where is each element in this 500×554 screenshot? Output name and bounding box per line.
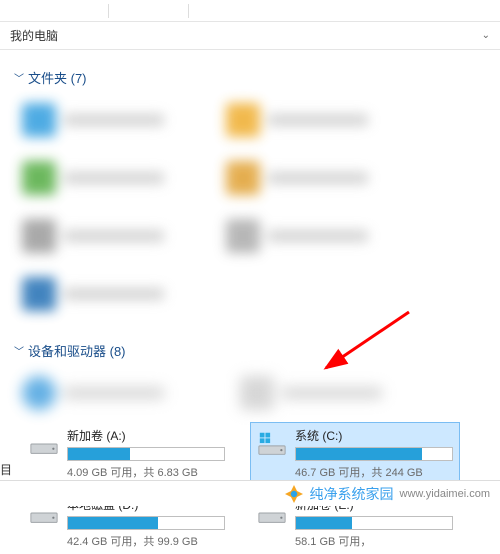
drive-status: 4.09 GB 可用，共 6.83 GB bbox=[67, 464, 225, 480]
section-header-devices[interactable]: ﹀ 设备和驱动器 (8) bbox=[14, 341, 486, 360]
chevron-down-icon: ﹀ bbox=[14, 343, 24, 358]
folders-blurred-grid bbox=[14, 97, 486, 317]
devices-blurred-row bbox=[14, 370, 486, 416]
ribbon-toolbar bbox=[0, 0, 500, 22]
drive-status: 42.4 GB 可用，共 99.9 GB bbox=[67, 533, 225, 549]
drive-label: 新加卷 (A:) bbox=[67, 427, 225, 444]
capacity-bar bbox=[295, 447, 453, 461]
location-text: 我的电脑 bbox=[10, 27, 58, 44]
watermark: 纯净系统家园 www.yidaimei.com bbox=[0, 480, 500, 506]
drive-label: 系统 (C:) bbox=[295, 427, 453, 444]
drive-item[interactable]: 新加卷 (A:) 4.09 GB 可用，共 6.83 GB bbox=[22, 422, 232, 485]
capacity-bar bbox=[67, 447, 225, 461]
os-drive-icon bbox=[257, 429, 287, 459]
logo-icon bbox=[284, 484, 304, 504]
corner-text: 目 bbox=[0, 461, 12, 478]
toolbar-divider bbox=[188, 4, 189, 18]
chevron-down-icon: ﹀ bbox=[14, 70, 24, 85]
chevron-down-icon[interactable]: ⌄ bbox=[482, 30, 490, 41]
section-title: 文件夹 (7) bbox=[28, 68, 87, 87]
toolbar-divider bbox=[108, 4, 109, 18]
drive-icon bbox=[29, 429, 59, 459]
watermark-url: www.yidaimei.com bbox=[400, 488, 490, 500]
section-header-folders[interactable]: ﹀ 文件夹 (7) bbox=[14, 68, 486, 87]
capacity-bar bbox=[295, 516, 453, 530]
capacity-bar bbox=[67, 516, 225, 530]
section-title: 设备和驱动器 (8) bbox=[28, 341, 126, 360]
watermark-brand: 纯净系统家园 bbox=[310, 484, 394, 504]
drive-status: 58.1 GB 可用， bbox=[295, 533, 453, 549]
drive-status: 46.7 GB 可用，共 244 GB bbox=[295, 464, 453, 480]
address-bar[interactable]: 我的电脑 ⌄ bbox=[0, 22, 500, 50]
drive-item-system[interactable]: 系统 (C:) 46.7 GB 可用，共 244 GB bbox=[250, 422, 460, 485]
